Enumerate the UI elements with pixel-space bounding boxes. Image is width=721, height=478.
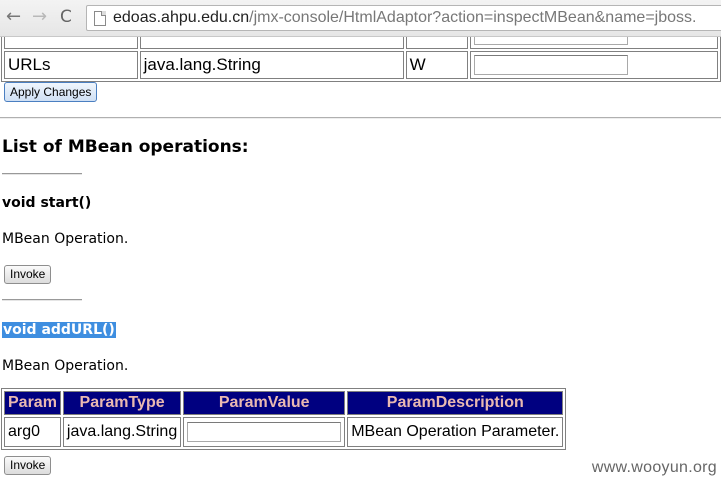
invoke-addurl-button[interactable]: Invoke: [4, 456, 52, 475]
reload-icon[interactable]: C: [60, 6, 72, 28]
param-value-input[interactable]: [187, 422, 342, 442]
param-type-cell: java.lang.String: [62, 417, 182, 447]
column-header-paramvalue: ParamValue: [183, 391, 346, 415]
table-row: URLs java.lang.String W: [4, 51, 718, 79]
column-header-paramtype: ParamType: [62, 391, 182, 415]
forward-arrow-icon[interactable]: →: [32, 6, 47, 28]
apply-changes-button[interactable]: Apply Changes: [4, 82, 98, 102]
table-row: arg0 java.lang.String MBean Operation Pa…: [4, 417, 564, 447]
address-bar[interactable]: edoas.ahpu.edu.cn/jmx-console/HtmlAdapto…: [86, 5, 721, 31]
invoke-start-button[interactable]: Invoke: [4, 265, 52, 284]
back-arrow-icon[interactable]: ←: [6, 6, 21, 28]
column-header-param: Param: [4, 391, 61, 415]
table-header-row: Param ParamType ParamValue ParamDescript…: [4, 391, 564, 415]
attr-value-cell: [470, 51, 718, 79]
url-host: edoas.ahpu.edu.cn: [113, 9, 250, 26]
param-name-cell: arg0: [4, 417, 61, 447]
divider: [2, 299, 82, 301]
column-header-paramdescription: ParamDescription: [347, 391, 564, 415]
browser-toolbar: ← → C edoas.ahpu.edu.cn/jmx-console/Html…: [0, 0, 721, 37]
operation-signature-addurl: void addURL(): [2, 322, 116, 338]
operation-description: MBean Operation.: [2, 358, 129, 374]
url-path: /jmx-console/HtmlAdaptor?action=inspectM…: [249, 9, 697, 26]
attr-type-cell: java.lang.String: [139, 51, 404, 79]
divider: [0, 117, 721, 119]
attr-access-cell: W: [405, 51, 469, 79]
params-table: Param ParamType ParamValue ParamDescript…: [1, 388, 567, 450]
url-text: edoas.ahpu.edu.cn/jmx-console/HtmlAdapto…: [113, 9, 696, 27]
divider: [2, 173, 82, 175]
page-content: URLs java.lang.String W Apply Changes Li…: [0, 0, 721, 478]
attr-name-cell: URLs: [4, 51, 138, 79]
operation-description: MBean Operation.: [2, 231, 129, 247]
page-icon: [94, 11, 106, 26]
param-description-cell: MBean Operation Parameter.: [347, 417, 564, 447]
watermark: www.wooyun.org: [591, 459, 717, 476]
operation-signature-start: void start(): [2, 195, 92, 211]
operations-heading: List of MBean operations:: [2, 137, 249, 157]
param-value-cell: [183, 417, 346, 447]
urls-value-input[interactable]: [474, 55, 629, 76]
